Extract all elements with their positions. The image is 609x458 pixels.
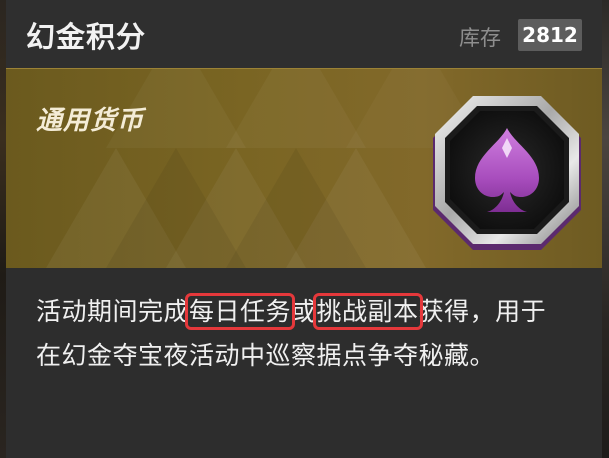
spade-icon [433,96,581,250]
item-detail-card: 幻金积分 库存 2812 通用货币 活动期间完成每日任务或挑战副本获得，用于在幻… [6,0,602,458]
banner-label: 通用货币 [36,106,145,136]
item-banner: 通用货币 [6,68,602,268]
stock-count-badge: 2812 [518,19,582,51]
item-title: 幻金积分 [26,20,147,54]
item-description: 活动期间完成每日任务或挑战副本获得，用于在幻金夺宝夜活动中巡察据点争夺秘藏。 [36,290,556,378]
background-right [601,0,609,458]
card-header: 幻金积分 库存 2812 [6,0,602,68]
stock-label: 库存 [459,26,501,50]
highlight-daily-tasks: 每日任务 [185,293,296,330]
description-text-1: 活动期间完成 [36,297,190,326]
description-text-2: 或 [291,297,317,326]
highlight-challenge-dungeon: 挑战副本 [312,293,423,330]
